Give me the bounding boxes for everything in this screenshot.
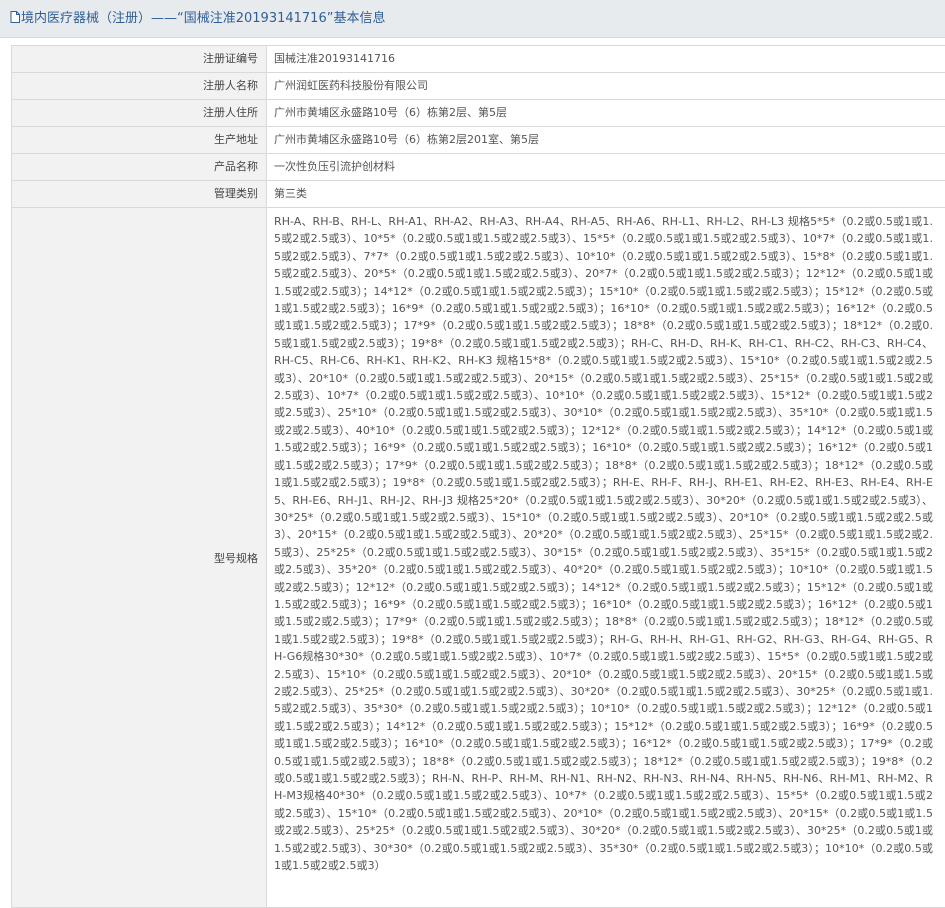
field-value: 国械注准20193141716: [274, 52, 395, 65]
field-label: 注册证编号: [12, 46, 267, 72]
table-row: 注册人住所 广州市黄埔区永盛路10号（6）栋第2层、第5层: [12, 100, 945, 127]
document-icon: [10, 11, 20, 23]
table-row: 生产地址 广州市黄埔区永盛路10号（6）栋第2层201室、第5层: [12, 127, 945, 154]
field-value: 第三类: [274, 187, 307, 200]
field-value: 广州润虹医药科技股份有限公司: [274, 79, 428, 92]
field-value: 广州市黄埔区永盛路10号（6）栋第2层201室、第5层: [274, 133, 539, 146]
field-label: 管理类别: [12, 181, 267, 207]
field-label: 生产地址: [12, 127, 267, 153]
table-row-spec: 型号规格 RH-A、RH-B、RH-L、RH-A1、RH-A2、RH-A3、RH…: [12, 208, 945, 908]
table-row: 注册证编号 国械注准20193141716: [12, 46, 945, 73]
table-row: 管理类别 第三类: [12, 181, 945, 208]
page-title: 境内医疗器械（注册）——“国械注准20193141716”基本信息: [10, 10, 385, 28]
field-label: 注册人住所: [12, 100, 267, 126]
field-value: 一次性负压引流护创材料: [274, 160, 395, 173]
field-label: 注册人名称: [12, 73, 267, 99]
spec-value: RH-A、RH-B、RH-L、RH-A1、RH-A2、RH-A3、RH-A4、R…: [274, 215, 933, 873]
page-header: 境内医疗器械（注册）——“国械注准20193141716”基本信息: [0, 0, 945, 38]
field-value: 广州市黄埔区永盛路10号（6）栋第2层、第5层: [274, 106, 507, 119]
field-label: 型号规格: [12, 208, 267, 907]
table-row: 注册人名称 广州润虹医药科技股份有限公司: [12, 73, 945, 100]
info-table: 注册证编号 国械注准20193141716 注册人名称 广州润虹医药科技股份有限…: [11, 45, 945, 908]
table-row: 产品名称 一次性负压引流护创材料: [12, 154, 945, 181]
page-title-text: 境内医疗器械（注册）——“国械注准20193141716”基本信息: [21, 11, 386, 26]
field-label: 产品名称: [12, 154, 267, 180]
